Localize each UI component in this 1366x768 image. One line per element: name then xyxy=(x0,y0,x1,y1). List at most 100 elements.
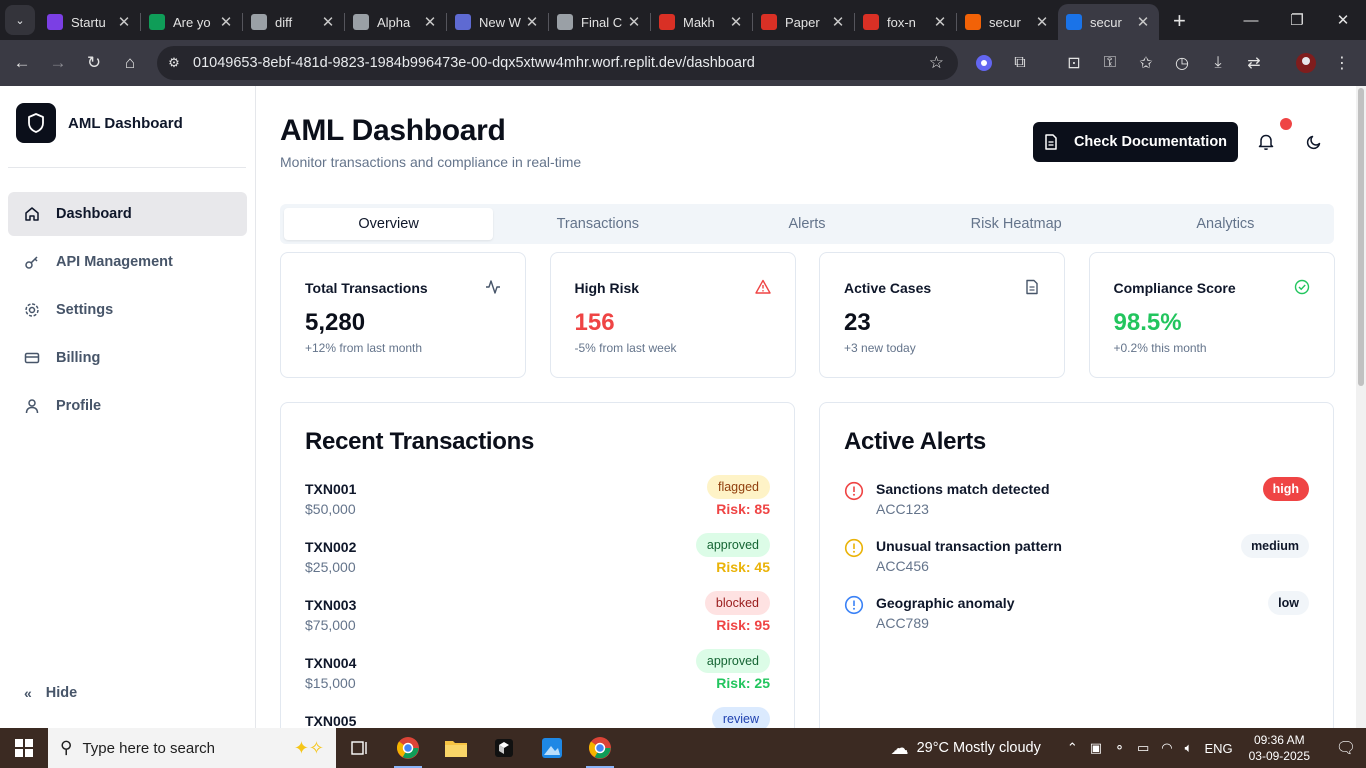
browser-tab[interactable]: Final C ✕ xyxy=(549,6,650,38)
file-explorer-icon[interactable] xyxy=(432,728,480,768)
download-icon[interactable]: ⤓ xyxy=(1200,45,1236,81)
sidebar-item-settings[interactable]: Settings xyxy=(8,288,247,332)
close-tab-icon[interactable]: ✕ xyxy=(626,13,642,31)
browser-tab[interactable]: Are yo ✕ xyxy=(141,6,242,38)
address-bar[interactable]: ⚙ 01049653-8ebf-481d-9823-1984b996473e-0… xyxy=(157,46,958,80)
moon-theme-toggle-icon[interactable] xyxy=(1302,130,1326,154)
check-documentation-button[interactable]: Check Documentation xyxy=(1033,122,1238,162)
tab-search-button[interactable]: ⌄ xyxy=(5,5,35,35)
browser-tab[interactable]: secur ✕ xyxy=(1058,4,1159,40)
close-tab-icon[interactable]: ✕ xyxy=(320,13,336,31)
table-row[interactable]: TXN002 $25,000 approved Risk: 45 xyxy=(305,533,770,585)
favorites-icon[interactable]: ✩ xyxy=(1128,45,1164,81)
table-row[interactable]: TXN005 review xyxy=(305,707,770,728)
weather-widget[interactable]: ☁ 29°C Mostly cloudy xyxy=(891,738,1041,759)
chevron-up-icon[interactable]: ⌃ xyxy=(1067,740,1078,756)
photos-app-icon[interactable] xyxy=(528,728,576,768)
url-text[interactable]: 01049653-8ebf-481d-9823-1984b996473e-00-… xyxy=(193,55,755,71)
close-tab-icon[interactable]: ✕ xyxy=(422,13,438,31)
sidebar-item-profile[interactable]: Profile xyxy=(8,384,247,428)
alert-account: ACC456 xyxy=(876,558,929,574)
profile-avatar-icon[interactable] xyxy=(1288,45,1324,81)
extensions-puzzle-icon[interactable]: ⧉ xyxy=(1002,45,1038,81)
password-key-icon[interactable]: ⚿ xyxy=(1092,45,1128,81)
chrome-taskbar-icon[interactable] xyxy=(384,728,432,768)
site-info-icon[interactable]: ⚙ xyxy=(159,55,189,71)
page-scrollbar[interactable] xyxy=(1356,86,1366,728)
home-button-icon[interactable]: ⌂ xyxy=(112,45,148,81)
transaction-id: TXN005 xyxy=(305,713,357,728)
app-viewport: AML Dashboard Dashboard API Management Set… xyxy=(0,86,1356,728)
list-item[interactable]: Unusual transaction pattern ACC456 medium xyxy=(844,534,1309,584)
list-item[interactable]: Geographic anomaly ACC789 low xyxy=(844,591,1309,641)
list-item[interactable]: Sanctions match detected ACC123 high xyxy=(844,477,1309,527)
cloud-weather-icon: ☁ xyxy=(890,737,909,758)
scrollbar-thumb[interactable] xyxy=(1358,88,1364,386)
close-window-button[interactable]: ✕ xyxy=(1320,0,1366,40)
app-cube-icon[interactable] xyxy=(480,728,528,768)
search-icon: ⚲ xyxy=(60,738,73,757)
sidebar-item-dashboard[interactable]: Dashboard xyxy=(8,192,247,236)
tab-transactions[interactable]: Transactions xyxy=(493,208,702,240)
tab-alerts[interactable]: Alerts xyxy=(702,208,911,240)
new-tab-button[interactable]: + xyxy=(1173,8,1186,34)
sidebar-item-billing[interactable]: Billing xyxy=(8,336,247,380)
browser-tab[interactable]: fox-n ✕ xyxy=(855,6,956,38)
browser-tab[interactable]: Makh ✕ xyxy=(651,6,752,38)
browser-tab[interactable]: secur ✕ xyxy=(957,6,1058,38)
browser-tab[interactable]: Startu ✕ xyxy=(39,6,140,38)
extension-icon[interactable] xyxy=(966,45,1002,81)
reload-icon[interactable]: ↻ xyxy=(76,45,112,81)
stat-card: Total Transactions 5,280 +12% from last mo… xyxy=(280,252,526,378)
language-indicator[interactable]: ENG xyxy=(1204,741,1232,756)
browser-tab[interactable]: diff ✕ xyxy=(243,6,344,38)
task-view-icon[interactable] xyxy=(336,728,384,768)
close-tab-icon[interactable]: ✕ xyxy=(116,13,132,31)
forward-icon[interactable]: → xyxy=(40,45,76,81)
close-tab-icon[interactable]: ✕ xyxy=(524,13,540,31)
close-tab-icon[interactable]: ✕ xyxy=(218,13,234,31)
alert-circle-icon xyxy=(844,481,864,501)
hide-sidebar-button[interactable]: « Hide xyxy=(24,685,77,701)
close-tab-icon[interactable]: ✕ xyxy=(932,13,948,31)
back-icon[interactable]: ← xyxy=(4,45,40,81)
windows-start-icon[interactable] xyxy=(0,728,48,768)
browser-menu-icon[interactable]: ⋮ xyxy=(1324,45,1360,81)
history-icon[interactable]: ◷ xyxy=(1164,45,1200,81)
table-row[interactable]: TXN003 $75,000 blocked Risk: 95 xyxy=(305,591,770,643)
browser-tab[interactable]: Paper ✕ xyxy=(753,6,854,38)
volume-icon[interactable]: 🔈︎ xyxy=(1185,740,1193,756)
chrome-profile-taskbar-icon[interactable] xyxy=(576,728,624,768)
maximize-button[interactable]: ❐ xyxy=(1274,0,1320,40)
browser-tab-title: secur xyxy=(1090,14,1122,30)
bookmark-star-icon[interactable]: ☆ xyxy=(929,53,944,73)
notifications-icon[interactable]: 🗨︎ xyxy=(1326,728,1366,768)
network-icon[interactable]: ⚬ xyxy=(1114,740,1125,756)
browser-tab[interactable]: New W ✕ xyxy=(447,6,548,38)
tab-overview[interactable]: Overview xyxy=(284,208,494,240)
camera-icon[interactable]: ▣ xyxy=(1090,740,1102,756)
weather-text: 29°C Mostly cloudy xyxy=(916,740,1041,756)
notification-bell-icon[interactable] xyxy=(1254,130,1278,154)
translate-icon[interactable]: ⇄ xyxy=(1236,45,1272,81)
home-icon xyxy=(24,206,40,222)
transaction-id: TXN004 xyxy=(305,655,357,671)
minimize-button[interactable]: — xyxy=(1228,0,1274,40)
screenshot-icon[interactable]: ⊡ xyxy=(1056,45,1092,81)
close-tab-icon[interactable]: ✕ xyxy=(830,13,846,31)
sidebar-item-api-management[interactable]: API Management xyxy=(8,240,247,284)
battery-icon[interactable]: ▭ xyxy=(1137,740,1149,756)
gear-icon xyxy=(24,302,40,318)
clock[interactable]: 09:36 AM 03-09-2025 xyxy=(1249,732,1310,764)
tab-risk-heatmap[interactable]: Risk Heatmap xyxy=(912,208,1121,240)
tab-analytics[interactable]: Analytics xyxy=(1121,208,1330,240)
close-tab-icon[interactable]: ✕ xyxy=(1135,13,1151,31)
status-badge: review xyxy=(711,707,770,728)
taskbar-search-box[interactable]: ⚲ Type here to search ✦✧ xyxy=(48,728,336,768)
close-tab-icon[interactable]: ✕ xyxy=(1034,13,1050,31)
close-tab-icon[interactable]: ✕ xyxy=(728,13,744,31)
wifi-icon[interactable]: ◠ xyxy=(1161,740,1172,756)
browser-tab[interactable]: Alpha ✕ xyxy=(345,6,446,38)
table-row[interactable]: TXN001 $50,000 flagged Risk: 85 xyxy=(305,475,770,527)
table-row[interactable]: TXN004 $15,000 approved Risk: 25 xyxy=(305,649,770,701)
